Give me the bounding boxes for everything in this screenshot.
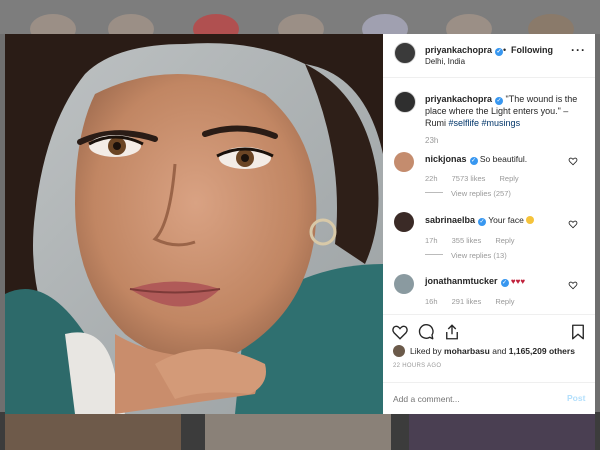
- post-time-ago: 22 HOURS AGO: [393, 363, 442, 369]
- caption-timestamp: 23h: [425, 136, 439, 145]
- caption-author-avatar[interactable]: [394, 91, 416, 113]
- liked-by-username[interactable]: moharbasu: [444, 346, 490, 356]
- comment-like-icon[interactable]: [568, 280, 578, 290]
- heart-outline-icon[interactable]: [391, 323, 409, 341]
- author-avatar[interactable]: [394, 42, 416, 64]
- post-header: priyankachopra ✓ • Following Delhi, India…: [383, 34, 595, 78]
- share-icon[interactable]: [443, 323, 461, 341]
- comment-meta: 16h 291 likes Reply: [425, 297, 527, 306]
- more-options-icon[interactable]: ···: [571, 43, 586, 57]
- verified-badge-icon: ✓: [500, 279, 509, 287]
- comment-like-icon[interactable]: [568, 156, 578, 166]
- verified-badge-icon: ✓: [495, 48, 504, 56]
- comment-item: nickjonas ✓ So beautiful.: [425, 154, 527, 165]
- commenter-username[interactable]: nickjonas: [425, 154, 467, 164]
- comment-text: Your face: [488, 215, 524, 225]
- follow-separator: •: [503, 45, 507, 55]
- liked-by-avatar[interactable]: [393, 345, 405, 357]
- background-thumbnail: [409, 414, 595, 450]
- comment-item: jonathanmtucker ✓ ♥♥♥: [425, 276, 525, 287]
- view-replies-button[interactable]: View replies (257): [425, 189, 511, 198]
- comment-time: 22h: [425, 174, 438, 183]
- comment-likes[interactable]: 355 likes: [452, 236, 482, 245]
- comment-item: sabrinaelba ✓ Your face: [425, 215, 535, 226]
- comment-text: ♥♥♥: [510, 277, 526, 286]
- bookmark-icon[interactable]: [569, 323, 587, 341]
- add-comment-bar: Post: [383, 382, 595, 414]
- commenter-username[interactable]: jonathanmtucker: [425, 276, 498, 286]
- background-thumbnail: [205, 414, 391, 450]
- heart-eyes-emoji-icon: [526, 216, 535, 224]
- likes-summary[interactable]: Liked by moharbasu and 1,165,209 others: [410, 346, 575, 356]
- post-location[interactable]: Delhi, India: [425, 57, 465, 66]
- view-replies-button[interactable]: View replies (13): [425, 251, 507, 260]
- verified-badge-icon: ✓: [478, 218, 487, 226]
- comment-meta: 22h 7573 likes Reply: [425, 174, 531, 183]
- background-page-edge: [595, 34, 600, 414]
- comment-time: 17h: [425, 236, 438, 245]
- likes-count[interactable]: 1,165,209 others: [509, 346, 575, 356]
- comment-like-icon[interactable]: [568, 219, 578, 229]
- portrait-illustration: [5, 34, 383, 414]
- commenter-avatar[interactable]: [394, 212, 414, 232]
- verified-badge-icon: ✓: [469, 157, 478, 165]
- background-stories-bar: [0, 0, 600, 44]
- caption-username[interactable]: priyankachopra: [425, 94, 492, 104]
- comment-meta: 17h 355 likes Reply: [425, 236, 527, 245]
- background-thumbnail: [5, 414, 181, 450]
- commenter-avatar[interactable]: [394, 274, 414, 294]
- author-username[interactable]: priyankachopra ✓: [425, 45, 504, 56]
- add-comment-input[interactable]: [393, 392, 543, 406]
- commenter-avatar[interactable]: [394, 152, 414, 172]
- caption-hashtags[interactable]: #selflife #musings: [449, 118, 521, 128]
- verified-badge-icon: ✓: [495, 97, 504, 105]
- commenter-username[interactable]: sabrinaelba: [425, 215, 475, 225]
- following-button[interactable]: Following: [511, 45, 553, 55]
- comment-reply-button[interactable]: Reply: [495, 236, 514, 245]
- comment-time: 16h: [425, 297, 438, 306]
- comment-likes[interactable]: 291 likes: [452, 297, 482, 306]
- post-details-panel: priyankachopra ✓ • Following Delhi, India…: [383, 34, 595, 414]
- comment-reply-button[interactable]: Reply: [495, 297, 514, 306]
- post-comment-button[interactable]: Post: [567, 393, 585, 403]
- background-post-grid: [0, 412, 600, 450]
- comment-likes[interactable]: 7573 likes: [452, 174, 486, 183]
- post-caption: priyankachopra ✓ "The wound is the place …: [425, 93, 585, 129]
- comment-bubble-icon[interactable]: [417, 323, 435, 341]
- post-photo[interactable]: [5, 34, 383, 414]
- comment-reply-button[interactable]: Reply: [499, 174, 518, 183]
- comment-text: So beautiful.: [479, 154, 528, 164]
